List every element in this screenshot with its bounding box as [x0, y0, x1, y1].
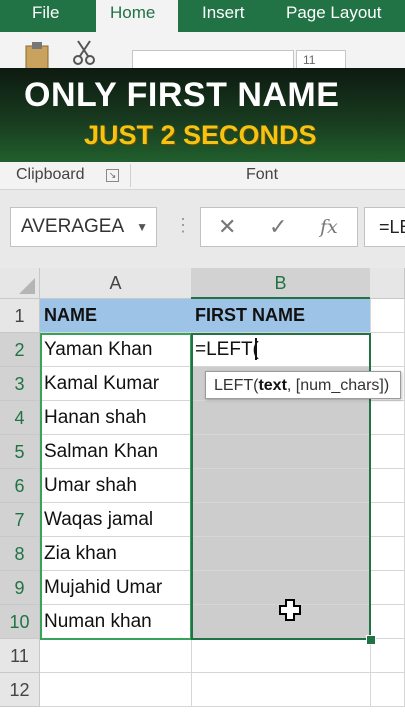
empty-cell[interactable] [40, 673, 192, 707]
selected-cell[interactable] [191, 503, 371, 537]
group-font-label: Font [246, 166, 279, 183]
tab-home[interactable]: Home [96, 0, 178, 32]
formula-input[interactable]: =LE [364, 207, 405, 247]
font-size-value: 11 [303, 53, 316, 67]
check-icon[interactable]: ✓ [269, 214, 287, 240]
row-header[interactable]: 10 [0, 605, 40, 639]
row-header[interactable]: 2 [0, 333, 40, 367]
name-cell[interactable]: Yaman Khan [40, 333, 192, 367]
column-header-c[interactable] [370, 268, 405, 299]
name-cell[interactable]: Numan khan [40, 605, 192, 639]
cut-icon[interactable] [70, 38, 98, 68]
row-header[interactable]: 3 [0, 367, 40, 401]
empty-cell[interactable] [370, 299, 405, 333]
name-cell[interactable]: Hanan shah [40, 401, 192, 435]
selected-cell[interactable] [191, 435, 371, 469]
name-box[interactable]: AVERAGEA ▼ [10, 207, 157, 247]
tooltip-arg-rest: , [num_chars]) [286, 377, 390, 394]
empty-cell[interactable] [370, 469, 405, 503]
column-header-a[interactable]: A [40, 268, 192, 299]
empty-cell[interactable] [370, 401, 405, 435]
header-cell-name[interactable]: NAME [40, 299, 192, 333]
close-icon[interactable]: ✕ [218, 214, 236, 240]
banner-subtitle: JUST 2 SECONDS [84, 120, 317, 150]
group-clipboard-label: Clipboard [16, 166, 85, 183]
cell-cursor-icon [279, 599, 301, 621]
paste-icon[interactable] [22, 40, 56, 70]
dialog-launcher-icon[interactable]: ↘ [106, 169, 119, 182]
empty-cell[interactable] [40, 639, 192, 673]
row-header[interactable]: 12 [0, 673, 40, 707]
empty-cell[interactable] [191, 639, 371, 673]
tab-page-layout[interactable]: Page Layout [272, 0, 395, 32]
empty-cell[interactable] [191, 673, 371, 707]
name-cell[interactable]: Waqas jamal [40, 503, 192, 537]
tab-insert[interactable]: Insert [188, 0, 259, 32]
active-cell[interactable]: =LEFT( [191, 333, 371, 367]
selected-cell[interactable] [191, 469, 371, 503]
title-banner: ONLY FIRST NAME JUST 2 SECONDS [0, 68, 405, 162]
chevron-down-icon[interactable]: ▼ [136, 208, 148, 246]
empty-cell[interactable] [370, 435, 405, 469]
row-header[interactable]: 1 [0, 299, 40, 333]
name-cell[interactable]: Kamal Kumar [40, 367, 192, 401]
fx-icon[interactable]: fx [320, 216, 338, 238]
formula-buttons: ✕ ✓ fx [200, 207, 358, 247]
group-divider [130, 164, 131, 187]
empty-cell[interactable] [370, 503, 405, 537]
name-cell[interactable]: Mujahid Umar [40, 571, 192, 605]
empty-cell[interactable] [370, 537, 405, 571]
fill-handle[interactable] [366, 635, 376, 645]
row-header[interactable]: 9 [0, 571, 40, 605]
ribbon-group-labels: Clipboard ↘ Font [0, 162, 405, 190]
row-header[interactable]: 6 [0, 469, 40, 503]
empty-cell[interactable] [370, 673, 405, 707]
row-header[interactable]: 5 [0, 435, 40, 469]
row-header[interactable]: 7 [0, 503, 40, 537]
row-header[interactable]: 11 [0, 639, 40, 673]
function-tooltip: LEFT(text, [num_chars]) [205, 371, 401, 399]
column-header-b[interactable]: B [191, 268, 371, 299]
row-header[interactable]: 4 [0, 401, 40, 435]
empty-cell[interactable] [370, 571, 405, 605]
worksheet-grid: A B 1 NAME FIRST NAME 2 Yaman Khan =LEFT( 3 Kam… [0, 268, 405, 720]
select-all-corner[interactable] [0, 268, 40, 299]
empty-cell[interactable] [370, 605, 405, 639]
empty-cell[interactable] [370, 333, 405, 367]
row-header[interactable]: 8 [0, 537, 40, 571]
name-cell[interactable]: Zia khan [40, 537, 192, 571]
tooltip-arg-text: text [258, 377, 287, 394]
tab-file[interactable]: File [18, 0, 73, 32]
formula-bar: AVERAGEA ▼ ⋮ ✕ ✓ fx =LE [0, 190, 405, 268]
name-cell[interactable]: Umar shah [40, 469, 192, 503]
text-cursor [255, 338, 257, 360]
ribbon-body: 11 [0, 32, 405, 74]
name-box-value: AVERAGEA [21, 216, 125, 237]
selected-cell[interactable] [191, 401, 371, 435]
ribbon-tabs: File Home Insert Page Layout [0, 0, 405, 32]
more-options-icon[interactable]: ⋮ [174, 215, 192, 236]
tooltip-function: LEFT( [214, 377, 259, 394]
selected-cell[interactable] [191, 537, 371, 571]
header-cell-first-name[interactable]: FIRST NAME [191, 299, 371, 333]
banner-title: ONLY FIRST NAME [24, 76, 340, 114]
name-cell[interactable]: Salman Khan [40, 435, 192, 469]
